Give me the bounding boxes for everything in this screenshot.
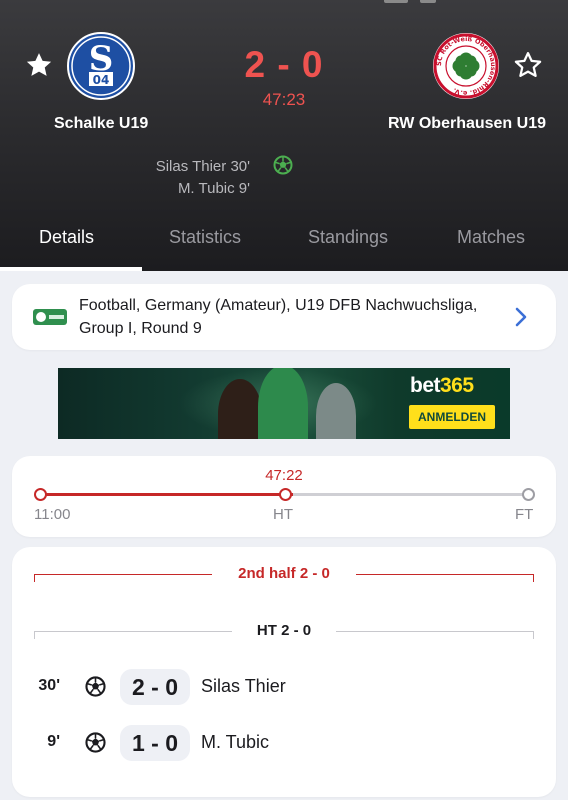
status-bar-fragment bbox=[420, 0, 436, 3]
scorer-entry: M. Tubic 9' bbox=[177, 180, 250, 197]
event-player[interactable]: Silas Thier bbox=[201, 676, 286, 697]
tab-matches[interactable]: Matches bbox=[457, 227, 525, 248]
scorer-entry: Silas Thier 30' bbox=[155, 158, 250, 175]
event-minute: 30' bbox=[38, 677, 60, 694]
scorer-list: Silas Thier 30' M. Tubic 9' bbox=[156, 156, 250, 200]
competition-logo bbox=[33, 309, 67, 325]
event-player[interactable]: M. Tubic bbox=[201, 732, 269, 753]
match-header: S 04 Schalke U19 2 - 0 47:23 SC Rot-Weiß… bbox=[0, 0, 568, 271]
timeline-label-fulltime: FT bbox=[515, 506, 534, 523]
timeline-start-marker bbox=[34, 488, 47, 501]
home-team-name[interactable]: Schalke U19 bbox=[54, 115, 148, 133]
timeline-progress bbox=[39, 493, 294, 496]
ad-brand-accent: 365 bbox=[440, 374, 474, 397]
event-score: 1 - 0 bbox=[120, 725, 190, 761]
halftime-header: HT 2 - 0 bbox=[34, 622, 534, 639]
tab-statistics[interactable]: Statistics bbox=[169, 227, 241, 248]
timeline-halftime-marker bbox=[279, 488, 292, 501]
ad-cta-button[interactable]: ANMELDEN bbox=[409, 405, 495, 429]
status-bar-fragment bbox=[384, 0, 408, 3]
soccer-ball-icon bbox=[85, 732, 106, 753]
tab-details[interactable]: Details bbox=[39, 227, 94, 248]
timeline-label-halftime: HT bbox=[273, 506, 293, 523]
ad-player-figure bbox=[218, 379, 262, 439]
match-timeline-card: 47:22 11:00 HT FT bbox=[12, 456, 556, 537]
timeline-track bbox=[34, 488, 535, 501]
event-score: 2 - 0 bbox=[120, 669, 190, 705]
second-half-header: 2nd half 2 - 0 bbox=[34, 565, 534, 582]
chevron-right-icon[interactable] bbox=[514, 307, 528, 327]
away-team-crest: SC Rot-Weiß Oberhausen-Rhld. e.V. bbox=[432, 32, 500, 100]
soccer-ball-icon bbox=[85, 676, 106, 697]
favorite-away-star-icon[interactable] bbox=[513, 50, 543, 80]
ad-player-figure bbox=[258, 368, 308, 439]
event-minute: 9' bbox=[47, 733, 60, 750]
away-team-name[interactable]: RW Oberhausen U19 bbox=[388, 115, 546, 133]
ad-banner[interactable]: bet365 ANMELDEN bbox=[58, 368, 510, 439]
goal-event-row[interactable]: 30' 2 - 0 Silas Thier bbox=[12, 669, 556, 705]
match-tabs: Details Statistics Standings Matches bbox=[0, 220, 568, 271]
active-tab-indicator bbox=[0, 267, 142, 271]
timeline-label-kickoff: 11:00 bbox=[34, 506, 71, 523]
ad-brand-logo: bet365 bbox=[410, 374, 474, 398]
timeline-current-time: 47:22 bbox=[265, 467, 303, 484]
competition-card[interactable]: Football, Germany (Amateur), U19 DFB Nac… bbox=[12, 284, 556, 350]
tab-standings[interactable]: Standings bbox=[308, 227, 388, 248]
goal-event-row[interactable]: 9' 1 - 0 M. Tubic bbox=[12, 725, 556, 761]
goal-ball-icon bbox=[273, 155, 293, 175]
competition-info: Football, Germany (Amateur), U19 DFB Nac… bbox=[79, 297, 478, 337]
ad-brand-main: bet bbox=[410, 374, 441, 397]
timeline-end-marker bbox=[522, 488, 535, 501]
match-events-card: 2nd half 2 - 0 HT 2 - 0 30' 2 - 0 Silas … bbox=[12, 547, 556, 797]
